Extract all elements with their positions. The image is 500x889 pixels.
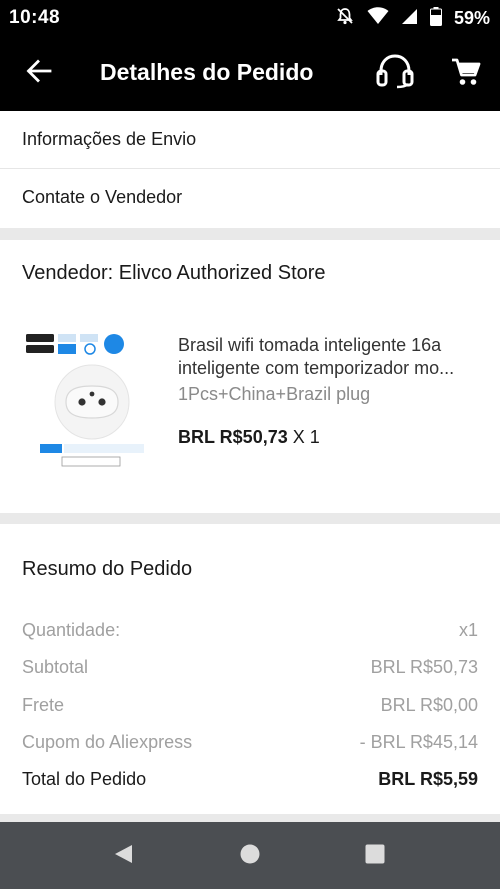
nav-recents-button[interactable] <box>352 838 398 874</box>
status-time: 10:48 <box>9 7 61 28</box>
summary-label: Quantidade: <box>22 620 121 640</box>
page-title: Detalhes do Pedido <box>100 59 314 85</box>
product-price-row: BRL R$50,73 X 1 <box>178 427 320 448</box>
cart-button[interactable] <box>444 52 488 96</box>
shipping-info-label: Informações de Envio <box>22 129 197 149</box>
summary-label: Frete <box>22 695 65 715</box>
product-title-line2: inteligente com temporizador mo... <box>178 358 455 378</box>
nav-home-button[interactable] <box>227 838 273 874</box>
status-icons: 59% <box>335 6 490 31</box>
battery-icon <box>429 6 442 31</box>
summary-row-coupon: Cupom do Aliexpress - BRL R$45,14 <box>22 732 478 756</box>
system-nav-bar <box>0 822 500 889</box>
summary-row-quantity: Quantidade: x1 <box>22 620 478 644</box>
do-not-disturb-icon <box>335 6 355 31</box>
nav-recents-icon <box>364 843 386 870</box>
contact-seller-label: Contate o Vendedor <box>22 187 183 207</box>
wifi-icon <box>367 7 389 30</box>
back-arrow-icon <box>26 59 52 88</box>
summary-value: - BRL R$45,14 <box>359 732 478 752</box>
app-bar: Detalhes do Pedido <box>0 36 500 111</box>
summary-row-shipping: Frete BRL R$0,00 <box>22 695 478 719</box>
shipping-info-link[interactable]: Informações de Envio <box>0 111 500 171</box>
summary-value: x1 <box>458 620 478 640</box>
product-variant: 1Pcs+China+Brazil plug <box>178 384 371 404</box>
contact-seller-link[interactable]: Contate o Vendedor <box>0 169 500 228</box>
product-title[interactable]: Brasil wifi tomada inteligente 16a intel… <box>178 334 483 380</box>
status-bar: 10:48 59% <box>0 0 500 36</box>
signal-icon <box>401 8 418 30</box>
nav-back-button[interactable] <box>100 838 146 874</box>
product-quantity: X 1 <box>287 427 320 447</box>
order-card: Vendedor: Elivco Authorized Store Brasil… <box>0 240 500 513</box>
summary-title: Resumo do Pedido <box>22 558 193 580</box>
summary-value: BRL R$50,73 <box>370 657 478 677</box>
summary-row-subtotal: Subtotal BRL R$50,73 <box>22 657 478 681</box>
battery-percent: 59% <box>453 8 490 28</box>
nav-home-icon <box>239 843 261 870</box>
total-value: BRL R$5,59 <box>378 769 478 789</box>
cart-icon <box>451 57 481 92</box>
total-label: Total do Pedido <box>22 769 147 789</box>
summary-label: Subtotal <box>22 657 89 677</box>
product-price: BRL R$50,73 <box>178 427 288 447</box>
product-thumbnail[interactable] <box>22 330 162 472</box>
summary-label: Cupom do Aliexpress <box>22 732 193 752</box>
seller-name[interactable]: Vendedor: Elivco Authorized Store <box>22 262 326 285</box>
nav-back-icon <box>112 843 134 870</box>
product-title-line1: Brasil wifi tomada inteligente 16a <box>178 335 442 355</box>
back-button[interactable] <box>18 52 60 94</box>
headset-icon <box>375 53 415 94</box>
summary-value: BRL R$0,00 <box>380 695 478 715</box>
support-button[interactable] <box>372 50 418 96</box>
order-summary: Resumo do Pedido Quantidade: x1 Subtotal… <box>0 524 500 814</box>
summary-row-total: Total do Pedido BRL R$5,59 <box>22 769 478 793</box>
